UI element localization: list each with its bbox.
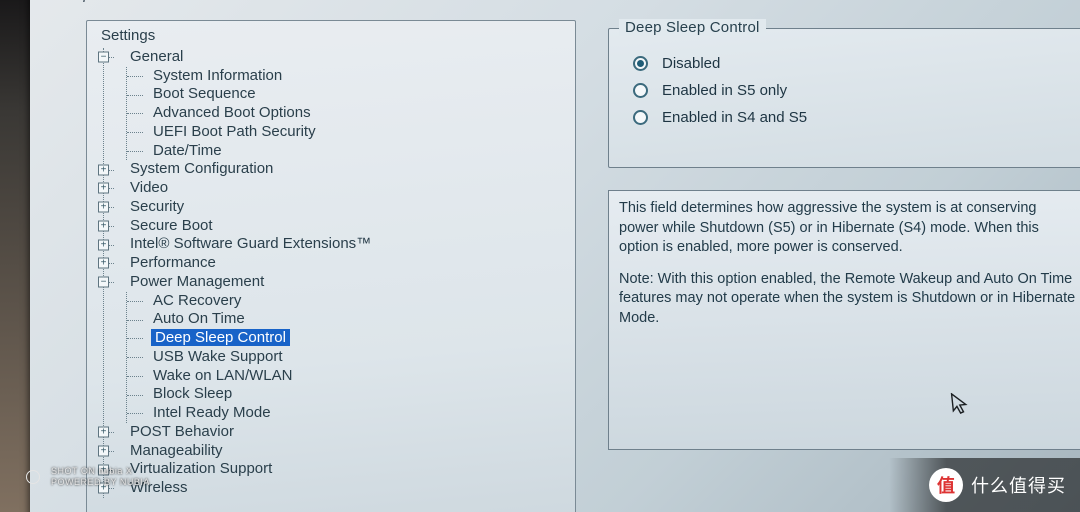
tree-virtualization-support[interactable]: Virtualization Support (104, 460, 567, 479)
tree-secure-boot[interactable]: Secure Boot (104, 217, 567, 236)
tree-item-deep-sleep-control[interactable]: Deep Sleep Control (127, 329, 567, 348)
tree-item-intel-ready-mode[interactable]: Intel Ready Mode (127, 404, 567, 423)
watermark-ring-icon (26, 470, 40, 484)
tree-item-block-sleep[interactable]: Block Sleep (127, 385, 567, 404)
tree-general[interactable]: General (104, 48, 567, 67)
expand-icon[interactable] (98, 427, 109, 438)
settings-tree[interactable]: Settings General System Information Boot… (99, 27, 567, 498)
tree-item-boot-sequence[interactable]: Boot Sequence (127, 85, 567, 104)
collapse-icon[interactable] (98, 277, 109, 288)
description-box: This field determines how aggressive the… (608, 190, 1080, 450)
radio-disabled[interactable]: Disabled (633, 55, 1071, 72)
watermark-text: 什么值得买 (971, 472, 1066, 498)
expand-icon[interactable] (98, 183, 109, 194)
watermark-line-1: SHOT ON nubia X (51, 466, 150, 477)
radio-icon[interactable] (633, 110, 648, 125)
power-children: AC Recovery Auto On Time Deep Sleep Cont… (126, 292, 567, 423)
radio-label: Disabled (660, 55, 722, 72)
detail-pane: Deep Sleep Control Disabled Enabled in S… (608, 20, 1080, 512)
tree-manageability[interactable]: Manageability (104, 442, 567, 461)
tree-sgx[interactable]: Intel® Software Guard Extensions™ (104, 235, 567, 254)
radio-label: Enabled in S5 only (660, 82, 789, 99)
tree-root[interactable]: Settings (99, 27, 567, 46)
tree-item-advanced-boot-options[interactable]: Advanced Boot Options (127, 104, 567, 123)
settings-tree-panel: Settings General System Information Boot… (86, 20, 576, 512)
tree-performance[interactable]: Performance (104, 254, 567, 273)
tree-power-management[interactable]: Power Management (104, 273, 567, 292)
radio-enabled-s4-s5[interactable]: Enabled in S4 and S5 (633, 109, 1071, 126)
option-group-title: Deep Sleep Control (619, 19, 766, 36)
window-title: Dell OptiPlex 7050-China HDD Protection (30, 0, 1080, 10)
tree-item-usb-wake-support[interactable]: USB Wake Support (127, 348, 567, 367)
collapse-icon[interactable] (98, 52, 109, 63)
tree-item-auto-on-time[interactable]: Auto On Time (127, 310, 567, 329)
bios-screen: Dell OptiPlex 7050-China HDD Protection … (30, 0, 1080, 512)
expand-icon[interactable] (98, 220, 109, 231)
tree-item-uefi-boot-path-security[interactable]: UEFI Boot Path Security (127, 123, 567, 142)
tree-security[interactable]: Security (104, 198, 567, 217)
radio-icon[interactable] (633, 56, 648, 71)
watermark-line-2: POWERED BY NUBIA (51, 477, 150, 488)
workarea: Settings General System Information Boot… (86, 20, 1080, 512)
root-children: General System Information Boot Sequence… (103, 48, 567, 498)
radio-icon[interactable] (633, 83, 648, 98)
tree-system-configuration[interactable]: System Configuration (104, 160, 567, 179)
option-group: Deep Sleep Control Disabled Enabled in S… (608, 28, 1080, 168)
expand-icon[interactable] (98, 239, 109, 250)
tree-item-date-time[interactable]: Date/Time (127, 142, 567, 161)
tree-video[interactable]: Video (104, 179, 567, 198)
cursor-icon (950, 391, 971, 423)
watermark-right: 值 什么值得买 (889, 458, 1080, 512)
tree-item-ac-recovery[interactable]: AC Recovery (127, 292, 567, 311)
expand-icon[interactable] (98, 202, 109, 213)
radio-enabled-s5[interactable]: Enabled in S5 only (633, 82, 1071, 99)
expand-icon[interactable] (98, 258, 109, 269)
tree-post-behavior[interactable]: POST Behavior (104, 423, 567, 442)
watermark-left: SHOT ON nubia X POWERED BY NUBIA (26, 466, 150, 488)
description-text-1: This field determines how aggressive the… (619, 199, 1079, 258)
expand-icon[interactable] (98, 445, 109, 456)
general-children: System Information Boot Sequence Advance… (126, 67, 567, 161)
description-text-2: Note: With this option enabled, the Remo… (619, 270, 1079, 329)
tree-wireless[interactable]: Wireless (104, 479, 567, 498)
tree-item-wake-on-lan-wlan[interactable]: Wake on LAN/WLAN (127, 367, 567, 386)
expand-icon[interactable] (98, 164, 109, 175)
tree-item-system-information[interactable]: System Information (127, 67, 567, 86)
radio-label: Enabled in S4 and S5 (660, 109, 809, 126)
watermark-badge: 值 (929, 468, 963, 502)
